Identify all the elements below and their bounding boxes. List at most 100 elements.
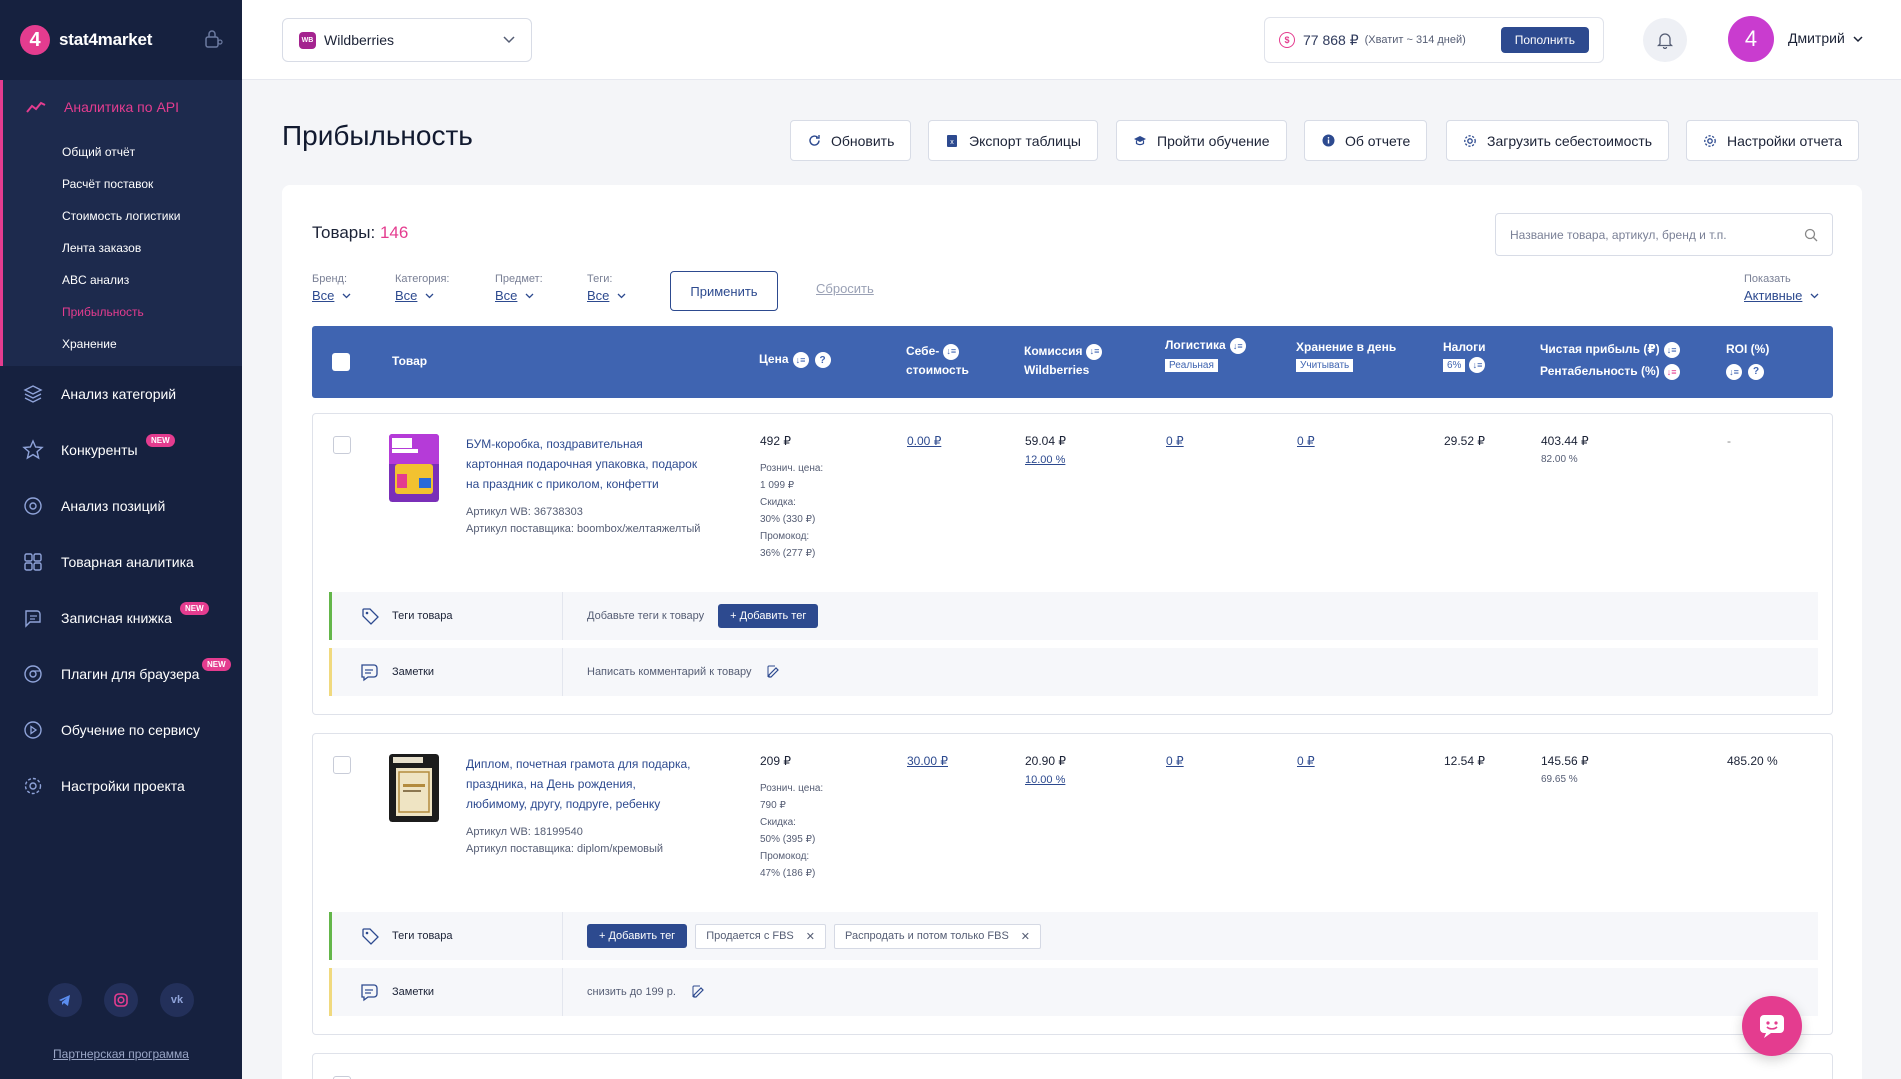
sort-icon[interactable]: ↓≡ [943,343,960,360]
sidebar-item-notebook[interactable]: Записная книжка NEW [0,590,242,646]
filter-show[interactable]: Показать Активные [1744,273,1819,303]
cost-value[interactable]: 0.00 ₽ [907,434,941,448]
telegram-icon[interactable] [48,983,82,1017]
target-icon [20,493,46,519]
header-taxes[interactable]: Налоги 6% ↓≡ [1443,340,1486,373]
lock-icon[interactable] [202,28,224,50]
tutorial-button[interactable]: Пройти обучение [1116,120,1287,161]
topup-button[interactable]: Пополнить [1500,27,1589,53]
product-image[interactable] [389,754,439,822]
sidebar-item-label: Анализ позиций [61,498,166,514]
edit-icon[interactable] [767,665,781,679]
sidebar-item-api-analytics[interactable]: Аналитика по API [3,80,242,134]
close-icon[interactable]: ✕ [1021,930,1030,943]
sort-icon[interactable]: ↓≡ [1469,356,1486,373]
help-icon[interactable]: ? [814,352,831,368]
logistics-value[interactable]: 0 ₽ [1166,754,1184,768]
header-roi[interactable]: ROI (%) ↓≡? [1726,338,1769,382]
note-text[interactable]: снизить до 199 р. [587,986,676,998]
avatar[interactable]: 4 [1728,16,1774,62]
header-storage-label: Хранение в день [1296,340,1397,354]
product-image[interactable] [389,434,439,502]
sort-icon[interactable]: ↓≡ [792,352,809,368]
marketplace-select[interactable]: WB Wildberries [282,18,532,62]
commission-percent[interactable]: 12.00 % [1025,454,1065,466]
sidebar-subitem-supply[interactable]: Расчёт поставок [3,168,242,200]
sidebar-item-positions[interactable]: Анализ позиций [0,478,242,534]
sidebar-item-browser-plugin[interactable]: Плагин для браузера NEW [0,646,242,702]
sidebar-item-learning[interactable]: Обучение по сервису [0,702,242,758]
search-icon[interactable] [1804,228,1818,242]
search-input[interactable] [1510,227,1804,242]
select-all-checkbox[interactable] [332,353,350,371]
filter-subject[interactable]: Предмет: Все [495,273,543,303]
balance-widget: $ 77 868 ₽ (Хватит ~ 314 дней) Пополнить [1264,17,1604,63]
apply-filters-button[interactable]: Применить [670,271,778,311]
refresh-icon [807,134,821,148]
storage-mode-tag[interactable]: Учитывать [1296,359,1354,372]
header-profit[interactable]: Чистая прибыль (₽) ↓≡ Рентабельность (%) ↓… [1540,338,1680,382]
sort-icon[interactable]: ↓≡ [1086,343,1103,360]
support-chat-button[interactable] [1742,996,1802,1056]
reset-filters-button[interactable]: Сбросить [816,281,874,296]
user-menu[interactable]: Дмитрий [1788,30,1863,46]
tag-chip-label: Продается с FBS [706,930,794,942]
sidebar-subitem-general[interactable]: Общий отчёт [3,136,242,168]
sidebar-item-label: Аналитика по API [64,99,180,115]
commission-percent[interactable]: 10.00 % [1025,774,1065,786]
sort-icon[interactable]: ↓≡ [1663,341,1680,358]
header-logistics[interactable]: Логистика ↓≡ Реальная [1165,338,1246,372]
sidebar-subitem-orders[interactable]: Лента заказов [3,232,242,264]
add-tag-button[interactable]: + Добавить тег [587,924,688,948]
sidebar-item-categories[interactable]: Анализ категорий [0,366,242,422]
sort-icon[interactable]: ↓≡ [1229,338,1246,354]
sidebar-item-competitors[interactable]: Конкуренты NEW [0,422,242,478]
report-settings-button[interactable]: Настройки отчета [1686,120,1860,161]
export-table-button[interactable]: x Экспорт таблицы [928,120,1098,161]
note-text[interactable]: Написать комментарий к товару [587,666,751,678]
sidebar-subitem-storage[interactable]: Хранение [3,328,242,360]
storage-value[interactable]: 0 ₽ [1297,754,1315,768]
upload-cost-button[interactable]: Загрузить себестоимость [1446,120,1670,161]
logistics-mode-tag[interactable]: Реальная [1165,359,1218,372]
margin-value: 69.65 % [1541,774,1578,785]
refresh-label: Обновить [831,132,895,149]
header-price[interactable]: Цена ↓≡? [759,352,831,368]
filter-brand[interactable]: Бренд: Все [312,273,351,303]
row-checkbox[interactable] [333,756,351,774]
product-name-link[interactable]: Диплом, почетная грамота для подарка, пр… [466,754,698,814]
filter-category[interactable]: Категория: Все [395,273,449,303]
bell-icon[interactable] [1643,18,1687,62]
sidebar-subitem-profitability[interactable]: Прибыльность [3,296,242,328]
sort-icon[interactable]: ↓≡ [1726,363,1742,380]
header-commission[interactable]: Комиссия ↓≡ Wildberries [1024,342,1103,380]
chat-smile-icon [1760,1015,1784,1038]
instagram-icon[interactable] [104,983,138,1017]
vk-icon[interactable]: vk [160,983,194,1017]
gear-icon [1463,134,1477,148]
product-name-link[interactable]: БУМ-коробка, поздравительная картонная п… [466,434,698,494]
logistics-value[interactable]: 0 ₽ [1166,434,1184,448]
sort-icon[interactable]: ↓≡ [1663,363,1680,380]
row-checkbox[interactable] [333,436,351,454]
sidebar-item-product-analytics[interactable]: Товарная аналитика [0,534,242,590]
header-cost[interactable]: Себе- ↓≡ стоимость [906,342,969,380]
header-storage[interactable]: Хранение в день Учитывать [1296,340,1396,372]
add-tag-button[interactable]: + Добавить тег [718,604,819,628]
help-icon[interactable]: ? [1748,363,1764,380]
edit-icon[interactable] [692,985,706,999]
storage-value[interactable]: 0 ₽ [1297,434,1315,448]
sidebar-item-settings[interactable]: Настройки проекта [0,758,242,814]
logo[interactable]: 4 stat4market [0,0,242,80]
about-report-button[interactable]: Об отчете [1304,120,1428,161]
close-icon[interactable]: ✕ [806,930,815,943]
sidebar-subitem-abc[interactable]: ABC анализ [3,264,242,296]
export-label: Экспорт таблицы [969,132,1081,149]
cost-value[interactable]: 30.00 ₽ [907,754,948,768]
filter-value-text: Все [395,288,418,303]
sidebar-subitem-logistics[interactable]: Стоимость логистики [3,200,242,232]
filter-tags[interactable]: Теги: Все [587,273,626,303]
tax-rate-tag[interactable]: 6% [1443,359,1466,372]
partner-program-link[interactable]: Партнерская программа [0,1047,242,1061]
refresh-button[interactable]: Обновить [790,120,912,161]
